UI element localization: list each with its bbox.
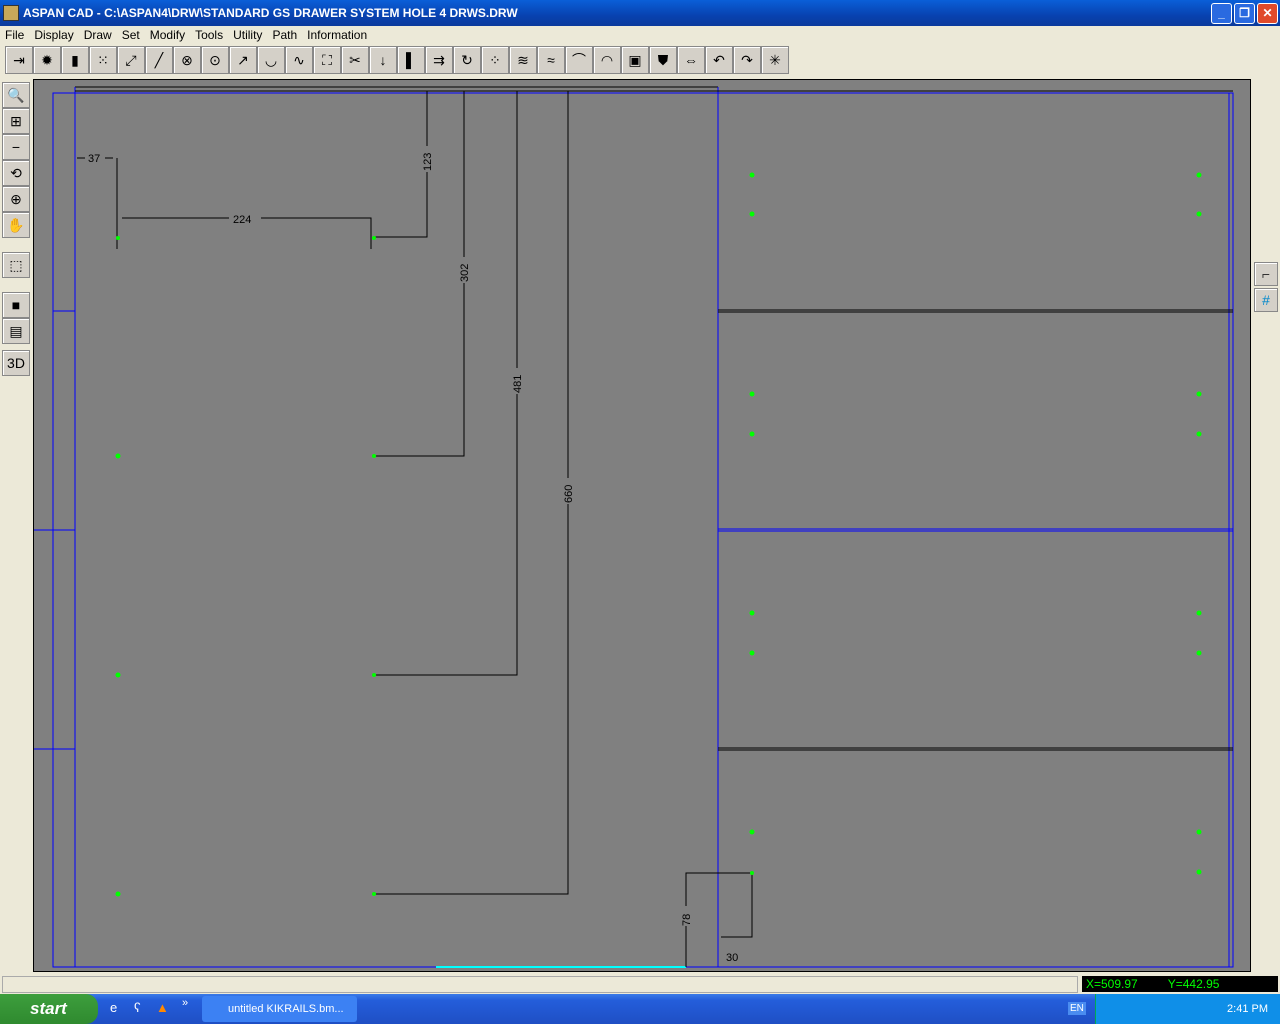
menu-display[interactable]: Display [29, 28, 78, 42]
menu-information[interactable]: Information [302, 28, 372, 42]
grid-icon[interactable]: # [1254, 288, 1278, 312]
menu-utility[interactable]: Utility [228, 28, 267, 42]
drawing-svg: 37 224 123 302 481 660 78 30 [34, 86, 1234, 968]
status-message [2, 976, 1078, 993]
view-toolbar: 🔍 ⊞ − ⟲ ⊕ ✋ ⬚ ■ ▤ 3D [2, 82, 30, 376]
clock[interactable]: 2:41 PM [1227, 1003, 1268, 1015]
y-coord: Y=442.95 [1167, 977, 1220, 991]
dim-78: 78 [681, 914, 693, 926]
minimize-button[interactable]: _ [1211, 3, 1232, 24]
snap-icon[interactable]: ⌐ [1254, 262, 1278, 286]
hatch-icon[interactable]: ≋ [509, 46, 537, 74]
view-3d-icon[interactable]: 3D [2, 350, 30, 376]
dimension-lines [77, 91, 753, 967]
system-tray: 2:41 PM [1095, 994, 1280, 1024]
taskbar: start e ʕ ▲ » untitled KIKRAILS.bm... EN… [0, 994, 1280, 1024]
dimension-icon[interactable]: ⤢ [117, 46, 145, 74]
rotate-icon[interactable]: ↻ [453, 46, 481, 74]
circle-3pt-icon[interactable]: ⊗ [173, 46, 201, 74]
coordinate-readout: X=509.97 Y=442.95 [1082, 976, 1278, 992]
zoom-window-icon[interactable]: 🔍 [2, 82, 30, 108]
view-front-icon[interactable]: ▤ [2, 318, 30, 344]
start-label: start [30, 999, 67, 1018]
arc-tangent-icon[interactable]: ◡ [257, 46, 285, 74]
tool-icon[interactable]: ▌ [397, 46, 425, 74]
main-toolbar: ⇥ ✹ ▮ ⁙ ⤢ ╱ ⊗ ⊙ ↗ ◡ ∿ ⛶ ✂ ↓ ▌ ⇉ ↻ ⁘ ≋ ≈ ⌒ ◠ ▣ ⛊ ⇔ ↶ ↷ ✳ [5, 46, 789, 76]
x-coord: X=509.97 [1086, 977, 1138, 991]
solid-box-icon[interactable]: ■ [2, 292, 30, 318]
taskbar-item-label: untitled KIKRAILS.bm... [228, 1003, 344, 1015]
zoom-all-icon[interactable]: ⊞ [2, 108, 30, 134]
status-bar: X=509.97 Y=442.95 [0, 976, 1280, 994]
close-button[interactable]: ✕ [1257, 3, 1278, 24]
dot-grid-icon[interactable]: ⁙ [89, 46, 117, 74]
window-title: ASPAN CAD - C:\ASPAN4\DRW\STANDARD GS DR… [23, 6, 518, 20]
pan-hand-icon[interactable]: ✋ [2, 212, 30, 238]
title-bar: ASPAN CAD - C:\ASPAN4\DRW\STANDARD GS DR… [0, 0, 1280, 26]
menu-tools[interactable]: Tools [190, 28, 228, 42]
dim-660: 660 [563, 485, 575, 503]
undo-icon[interactable]: ↶ [705, 46, 733, 74]
rainbow-arc-icon[interactable]: ◠ [593, 46, 621, 74]
ie-icon[interactable]: e [110, 1000, 117, 1015]
pattern-icon[interactable]: ⁘ [481, 46, 509, 74]
vlc-icon[interactable]: ▲ [156, 1000, 169, 1015]
dim-302: 302 [459, 264, 471, 282]
menu-path[interactable]: Path [267, 28, 302, 42]
exit-icon[interactable]: ⇥ [5, 46, 33, 74]
rectangle-points-icon[interactable]: ⛶ [313, 46, 341, 74]
view-3d-box-icon[interactable]: ⬚ [2, 252, 30, 278]
drawing-canvas[interactable]: 37 224 123 302 481 660 78 30 [33, 79, 1251, 972]
snap-toolbar: ⌐ # [1254, 262, 1278, 312]
zoom-out-icon[interactable]: − [2, 134, 30, 160]
menu-bar: File Display Draw Set Modify Tools Utili… [0, 26, 1280, 44]
redo-icon[interactable]: ↷ [733, 46, 761, 74]
language-indicator[interactable]: EN [1068, 1002, 1086, 1015]
drill-icon[interactable]: ↓ [369, 46, 397, 74]
zoom-previous-icon[interactable]: ⟲ [2, 160, 30, 186]
menu-draw[interactable]: Draw [79, 28, 117, 42]
circle-center-icon[interactable]: ⊙ [201, 46, 229, 74]
quicklaunch-icon[interactable]: ʕ [134, 1000, 141, 1015]
menu-modify[interactable]: Modify [145, 28, 190, 42]
start-button[interactable]: start [0, 994, 98, 1024]
dim-30: 30 [726, 952, 738, 964]
dim-481: 481 [512, 375, 524, 393]
menu-set[interactable]: Set [117, 28, 145, 42]
taskbar-item[interactable]: untitled KIKRAILS.bm... [202, 996, 357, 1022]
menu-file[interactable]: File [0, 28, 29, 42]
dim-123: 123 [422, 153, 434, 171]
offset-icon[interactable]: ⇉ [425, 46, 453, 74]
maximize-button[interactable]: ❐ [1234, 3, 1255, 24]
app-icon [3, 5, 19, 21]
cylinder-icon[interactable]: ▮ [61, 46, 89, 74]
layer-icon[interactable]: ▣ [621, 46, 649, 74]
line-icon[interactable]: ╱ [145, 46, 173, 74]
quicklaunch-chevron[interactable]: » [182, 997, 188, 1009]
line-tangent-icon[interactable]: ↗ [229, 46, 257, 74]
hole-points [115, 172, 1202, 897]
curve-icon[interactable]: ∿ [285, 46, 313, 74]
explode-icon[interactable]: ✳ [761, 46, 789, 74]
outer-frame [52, 92, 1234, 968]
dim-224: 224 [233, 214, 251, 226]
stretch-icon[interactable]: ⇔ [677, 46, 705, 74]
shield-icon[interactable]: ⛊ [649, 46, 677, 74]
dim-37: 37 [88, 153, 100, 165]
arc-icon[interactable]: ⌒ [565, 46, 593, 74]
gears-icon[interactable]: ✹ [33, 46, 61, 74]
cut-icon[interactable]: ✂ [341, 46, 369, 74]
hatch2-icon[interactable]: ≈ [537, 46, 565, 74]
zoom-center-icon[interactable]: ⊕ [2, 186, 30, 212]
